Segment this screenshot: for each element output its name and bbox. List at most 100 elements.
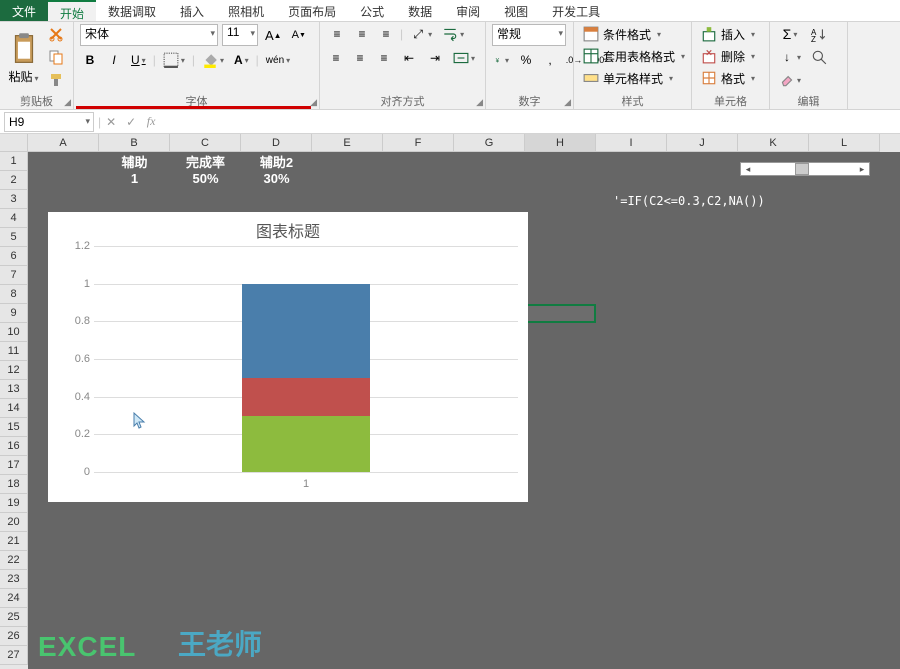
- font-size-select[interactable]: 11: [222, 24, 258, 46]
- tab-insert[interactable]: 插入: [168, 0, 216, 21]
- delete-cells-button[interactable]: 删除: [698, 46, 766, 66]
- row-header-5[interactable]: 5: [0, 228, 28, 247]
- dialog-launcher-icon[interactable]: ◢: [64, 97, 71, 108]
- enter-formula-button[interactable]: ✓: [121, 112, 141, 132]
- tab-home[interactable]: 开始: [48, 0, 96, 21]
- decrease-indent-button[interactable]: ⇤: [398, 48, 420, 68]
- sort-filter-button[interactable]: AZ: [808, 24, 830, 44]
- cells-canvas[interactable]: 辅助 完成率 辅助2 1 50% 30% '=IF(C2<=0.3,C2,NA(…: [28, 152, 900, 669]
- format-as-table-button[interactable]: 套用表格格式: [580, 46, 690, 66]
- row-header-17[interactable]: 17: [0, 456, 28, 475]
- cell-D2[interactable]: 30%: [241, 171, 312, 186]
- format-cells-button[interactable]: 格式: [698, 68, 766, 88]
- clear-button[interactable]: [776, 70, 804, 90]
- cell-C1[interactable]: 完成率: [170, 152, 241, 171]
- cell-B1[interactable]: 辅助: [99, 152, 170, 171]
- scroll-left-icon[interactable]: ◂: [741, 164, 755, 175]
- row-header-23[interactable]: 23: [0, 570, 28, 589]
- scroll-right-icon[interactable]: ▸: [855, 164, 869, 175]
- col-header-G[interactable]: G: [454, 134, 525, 152]
- row-header-20[interactable]: 20: [0, 513, 28, 532]
- col-header-K[interactable]: K: [738, 134, 809, 152]
- cell-styles-button[interactable]: 单元格样式: [580, 68, 690, 88]
- row-header-12[interactable]: 12: [0, 361, 28, 380]
- cell-B2[interactable]: 1: [99, 171, 170, 186]
- chart-plot-area[interactable]: 1 00.20.40.60.811.2: [94, 246, 518, 472]
- tab-review[interactable]: 审阅: [444, 0, 492, 21]
- merge-button[interactable]: [450, 48, 478, 68]
- row-header-11[interactable]: 11: [0, 342, 28, 361]
- italic-button[interactable]: I: [104, 50, 124, 70]
- formula-input[interactable]: [161, 112, 900, 132]
- col-header-L[interactable]: L: [809, 134, 880, 152]
- fill-color-button[interactable]: [199, 50, 227, 70]
- row-header-14[interactable]: 14: [0, 399, 28, 418]
- row-header-26[interactable]: 26: [0, 627, 28, 646]
- copy-button[interactable]: [45, 47, 67, 67]
- col-header-D[interactable]: D: [241, 134, 312, 152]
- percent-button[interactable]: %: [516, 50, 536, 70]
- col-header-C[interactable]: C: [170, 134, 241, 152]
- row-header-16[interactable]: 16: [0, 437, 28, 456]
- select-all-corner[interactable]: [0, 134, 28, 152]
- dialog-launcher-icon[interactable]: ◢: [310, 97, 317, 108]
- align-center-button[interactable]: ≡: [350, 48, 370, 68]
- cancel-formula-button[interactable]: ✕: [101, 112, 121, 132]
- row-header-25[interactable]: 25: [0, 608, 28, 627]
- scroll-thumb[interactable]: [795, 163, 809, 175]
- tab-file[interactable]: 文件: [0, 0, 48, 21]
- fill-button[interactable]: ↓: [776, 47, 804, 67]
- border-button[interactable]: [160, 50, 188, 70]
- row-header-19[interactable]: 19: [0, 494, 28, 513]
- row-header-24[interactable]: 24: [0, 589, 28, 608]
- conditional-format-button[interactable]: 条件格式: [580, 24, 690, 44]
- comma-button[interactable]: ,: [540, 50, 560, 70]
- row-header-8[interactable]: 8: [0, 285, 28, 304]
- row-header-22[interactable]: 22: [0, 551, 28, 570]
- align-top-button[interactable]: ≡: [326, 24, 348, 44]
- number-format-select[interactable]: 常规: [492, 24, 566, 46]
- bar-辅助-完成率[interactable]: [242, 284, 369, 378]
- row-header-10[interactable]: 10: [0, 323, 28, 342]
- row-header-18[interactable]: 18: [0, 475, 28, 494]
- paste-button[interactable]: 粘贴: [6, 24, 41, 93]
- tab-data[interactable]: 数据: [396, 0, 444, 21]
- bold-button[interactable]: B: [80, 50, 100, 70]
- cell-D1[interactable]: 辅助2: [241, 152, 312, 171]
- decrease-font-button[interactable]: A▼: [289, 25, 309, 45]
- align-middle-button[interactable]: ≡: [352, 24, 372, 44]
- tab-formulas[interactable]: 公式: [348, 0, 396, 21]
- chart-title[interactable]: 图表标题: [48, 212, 528, 248]
- col-header-B[interactable]: B: [99, 134, 170, 152]
- col-header-E[interactable]: E: [312, 134, 383, 152]
- tab-page-layout[interactable]: 页面布局: [276, 0, 348, 21]
- row-header-6[interactable]: 6: [0, 247, 28, 266]
- row-header-9[interactable]: 9: [0, 304, 28, 323]
- col-header-A[interactable]: A: [28, 134, 99, 152]
- fx-button[interactable]: fx: [141, 112, 161, 132]
- scroll-track[interactable]: [755, 163, 855, 175]
- dialog-launcher-icon[interactable]: ◢: [564, 97, 571, 108]
- embedded-chart[interactable]: 图表标题 1 00.20.40.60.811.2: [48, 212, 528, 502]
- row-header-27[interactable]: 27: [0, 646, 28, 665]
- row-header-3[interactable]: 3: [0, 190, 28, 209]
- underline-button[interactable]: U: [128, 50, 149, 70]
- tab-data-fetch[interactable]: 数据调取: [96, 0, 168, 21]
- insert-cells-button[interactable]: 插入: [698, 24, 766, 44]
- col-header-I[interactable]: I: [596, 134, 667, 152]
- orientation-button[interactable]: ⤢: [407, 24, 435, 44]
- row-header-21[interactable]: 21: [0, 532, 28, 551]
- cell-C2[interactable]: 50%: [170, 171, 241, 186]
- row-header-2[interactable]: 2: [0, 171, 28, 190]
- increase-indent-button[interactable]: ⇥: [424, 48, 446, 68]
- accounting-button[interactable]: ¥: [492, 50, 512, 70]
- wrap-text-button[interactable]: [439, 24, 467, 44]
- find-button[interactable]: [808, 47, 830, 67]
- align-bottom-button[interactable]: ≡: [376, 24, 396, 44]
- form-scrollbar[interactable]: ◂ ▸: [740, 162, 870, 176]
- tab-developer[interactable]: 开发工具: [540, 0, 612, 21]
- row-header-1[interactable]: 1: [0, 152, 28, 171]
- font-color-button[interactable]: A: [231, 50, 252, 70]
- active-cell-H9[interactable]: [525, 304, 596, 323]
- align-left-button[interactable]: ≡: [326, 48, 346, 68]
